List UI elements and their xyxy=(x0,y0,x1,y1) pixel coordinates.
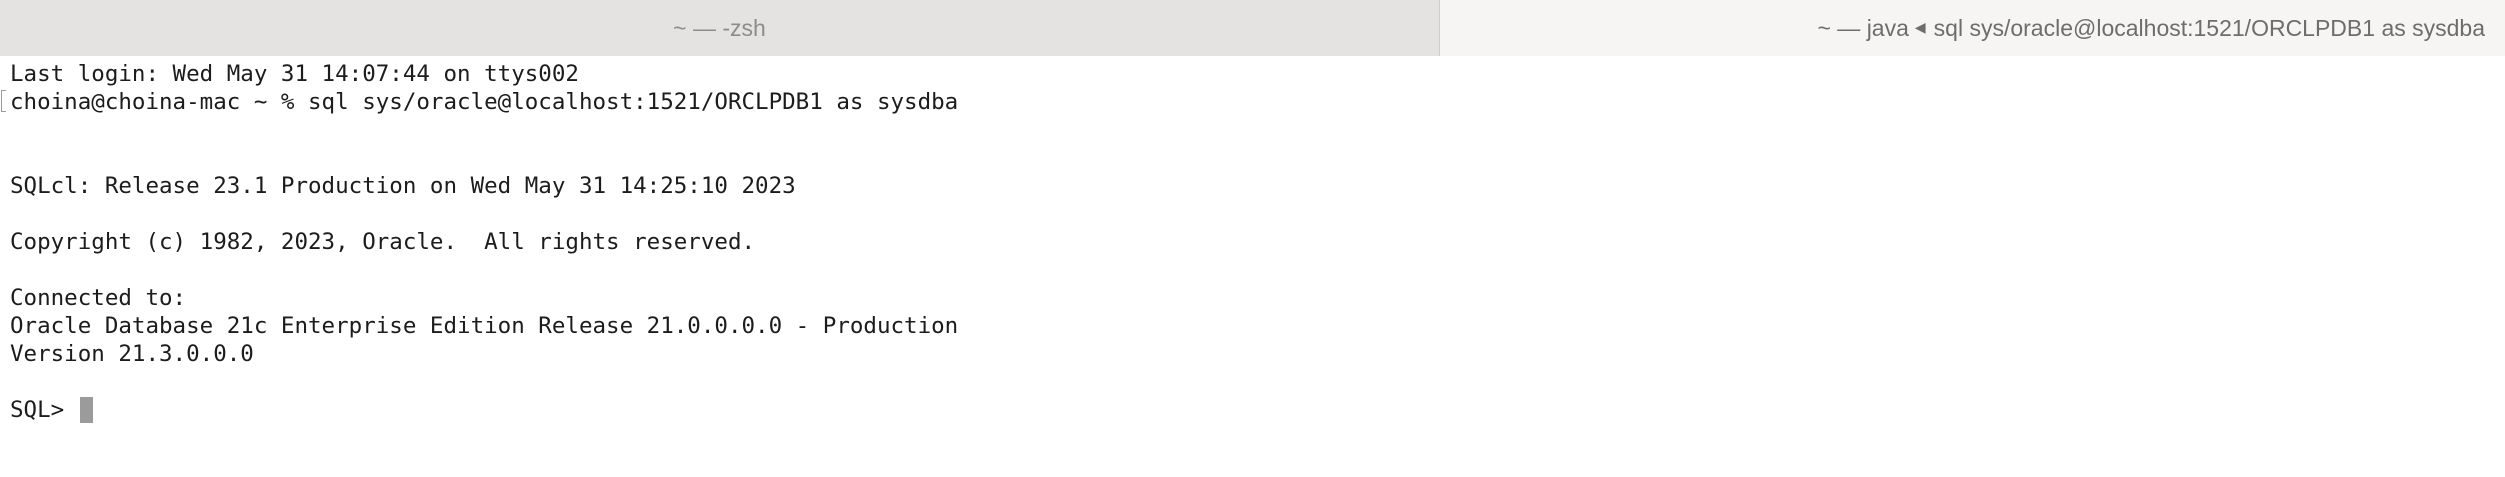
process-arrow-icon: ◀ xyxy=(1914,18,1926,35)
tab-java-sql[interactable]: ~ — java ◀ sql sys/oracle@localhost:1521… xyxy=(1440,0,2505,56)
copyright-line: Copyright (c) 1982, 2023, Oracle. All ri… xyxy=(10,229,756,255)
text-cursor xyxy=(79,397,93,423)
tab-zsh[interactable]: ~ — -zsh xyxy=(0,0,1440,56)
sql-prompt: SQL> xyxy=(10,397,78,423)
release-line: SQLcl: Release 23.1 Production on Wed Ma… xyxy=(10,173,796,199)
command-mark-icon xyxy=(1,90,6,112)
sql-prompt-line[interactable]: SQL> xyxy=(10,396,2505,424)
version-line: Version 21.3.0.0.0 xyxy=(10,341,254,367)
tab-title-process: ~ — java xyxy=(1817,14,1909,41)
database-line: Oracle Database 21c Enterprise Edition R… xyxy=(10,313,959,339)
last-login-line: Last login: Wed May 31 14:07:44 on ttys0… xyxy=(10,61,579,87)
command-line: choina@choina-mac ~ % sql sys/oracle@loc… xyxy=(10,89,959,115)
terminal-output[interactable]: Last login: Wed May 31 14:07:44 on ttys0… xyxy=(1,60,2505,477)
terminal-window: ~ — -zsh ~ — java ◀ sql sys/oracle@local… xyxy=(0,0,2505,477)
tab-title-command: sql sys/oracle@localhost:1521/ORCLPDB1 a… xyxy=(1933,14,2485,41)
tab-title: ~ — -zsh xyxy=(673,14,766,41)
connected-to-line: Connected to: xyxy=(10,285,187,311)
tab-bar: ~ — -zsh ~ — java ◀ sql sys/oracle@local… xyxy=(0,0,2505,56)
